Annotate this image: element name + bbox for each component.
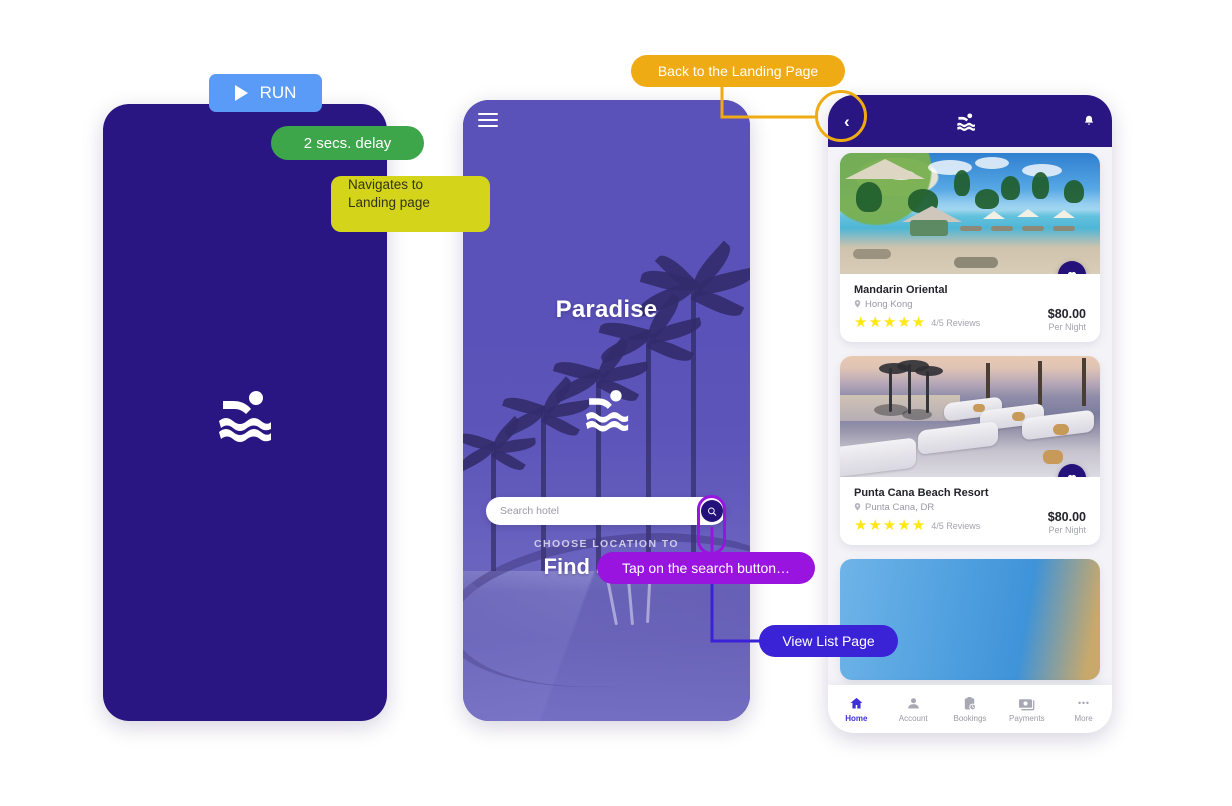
tab-home[interactable]: Home [830,696,882,723]
tab-payments-label: Payments [1008,713,1045,723]
star-rating: ★★★★★ [854,517,927,534]
hotel-photo [840,559,1100,680]
tab-more-label: More [1074,713,1093,723]
run-button[interactable]: RUN [209,74,322,112]
hotel-price: $80.00 Per Night [1048,510,1086,535]
tab-more[interactable]: More [1058,696,1110,723]
search-input[interactable] [486,498,676,524]
tab-bookings[interactable]: Bookings [944,696,996,723]
hotel-price: $80.00 Per Night [1048,307,1086,332]
search-button-highlight-ring [697,495,726,555]
swimmer-icon [585,390,628,432]
view-list-label: View List Page [782,633,875,649]
hotel-price-amount: $80.00 [1047,510,1086,524]
search-bar[interactable] [486,497,726,525]
money-icon [1019,698,1035,710]
hotel-list[interactable]: Mandarin Oriental Hong Kong ★★★★★ 4/5 Re… [828,147,1112,685]
ellipsis-icon [1078,701,1089,704]
location-pin-icon [854,300,861,308]
clipboard-clock-icon [965,696,977,710]
landing-screen-phone: Paradise CHOOSE LOCATION TO Find a Hotel [463,100,750,721]
home-icon [850,697,863,708]
tab-account[interactable]: Account [887,696,939,723]
hotel-location-label: Hong Kong [865,299,913,310]
delay-annotation[interactable]: 2 secs. delay [271,126,424,160]
navigates-annotation-line1: Navigates to [348,177,424,192]
hotel-price-unit: Per Night [1048,322,1086,332]
back-button-highlight-ring [815,90,867,142]
swimmer-icon [956,113,975,131]
tap-search-label: Tap on the search button… [621,560,791,576]
swimmer-icon [219,390,271,442]
run-button-label: RUN [259,83,297,102]
app-brand-name: Paradise [555,296,658,323]
tab-bookings-label: Bookings [953,713,987,723]
location-pin-icon [854,503,861,511]
hotel-price-amount: $80.00 [1047,307,1086,321]
list-item[interactable]: Punta Cana Beach Resort Punta Cana, DR ★… [840,356,1100,545]
tab-home-label: Home [845,713,868,723]
list-item[interactable]: Mandarin Oriental Hong Kong ★★★★★ 4/5 Re… [840,153,1100,342]
play-icon [234,85,248,101]
tab-payments[interactable]: Payments [1001,696,1053,723]
hotel-photo [840,153,1100,274]
star-rating: ★★★★★ [854,314,927,331]
hotel-name: Mandarin Oriental [854,284,948,296]
tap-search-annotation[interactable]: Tap on the search button… [597,552,815,584]
navigates-annotation-line2: Landing page [348,195,430,211]
list-item[interactable] [840,559,1100,680]
hotel-reviews: 4/5 Reviews [931,520,981,531]
app-bar: ‹ [828,95,1112,147]
hamburger-icon[interactable] [478,113,498,127]
prototype-canvas: Paradise CHOOSE LOCATION TO Find a Hotel [0,0,1232,806]
navigates-annotation[interactable]: Navigates to Landing page [331,176,490,232]
view-list-annotation[interactable]: View List Page [759,625,898,657]
bell-icon[interactable] [1082,113,1096,129]
person-icon [907,697,919,708]
hotel-reviews: 4/5 Reviews [931,317,981,328]
hotel-photo [840,356,1100,477]
bottom-navigation: Home Account Bookings Payments More [828,685,1112,733]
back-to-landing-label: Back to the Landing Page [657,63,819,79]
tab-account-label: Account [898,713,928,723]
delay-annotation-label: 2 secs. delay [303,134,392,152]
back-to-landing-annotation[interactable]: Back to the Landing Page [631,55,845,87]
hotel-name: Punta Cana Beach Resort [854,487,989,499]
hotel-location-label: Punta Cana, DR [865,502,935,513]
hotel-price-unit: Per Night [1048,525,1086,535]
